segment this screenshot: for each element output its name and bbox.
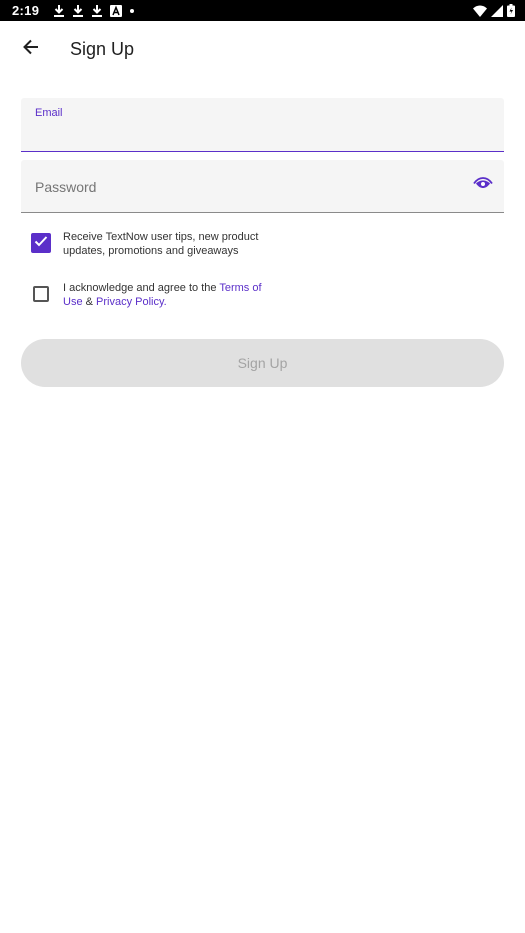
battery-icon bbox=[507, 4, 515, 17]
arrow-left-icon bbox=[23, 39, 39, 60]
email-field[interactable]: Email bbox=[21, 98, 504, 152]
terms-text-prefix: I acknowledge and agree to the bbox=[63, 282, 220, 294]
password-field[interactable] bbox=[21, 160, 504, 213]
cellular-icon bbox=[491, 4, 503, 17]
download-icon bbox=[53, 4, 65, 17]
back-button[interactable] bbox=[11, 29, 51, 69]
download-icon bbox=[72, 4, 84, 17]
terms-option: I acknowledge and agree to the Terms of … bbox=[31, 281, 283, 309]
download-icon bbox=[91, 4, 103, 17]
terms-text-suffix: . bbox=[163, 296, 167, 308]
terms-separator: & bbox=[82, 296, 97, 308]
email-input[interactable] bbox=[35, 124, 485, 146]
system-icons bbox=[473, 4, 515, 17]
tips-checkbox[interactable] bbox=[31, 233, 51, 253]
privacy-policy-link[interactable]: Privacy Policy bbox=[96, 296, 164, 308]
email-label: Email bbox=[35, 107, 63, 119]
notification-icons bbox=[53, 4, 135, 17]
sign-up-button[interactable]: Sign Up bbox=[21, 339, 504, 387]
font-a-icon bbox=[110, 4, 123, 17]
tips-label: Receive TextNow user tips, new product u… bbox=[63, 231, 259, 257]
status-bar: 2:19 bbox=[0, 0, 525, 21]
wifi-icon bbox=[473, 5, 487, 17]
password-visibility-toggle[interactable] bbox=[472, 176, 494, 196]
checkmark-icon bbox=[34, 234, 48, 252]
page-title: Sign Up bbox=[70, 38, 135, 59]
status-time: 2:19 bbox=[12, 3, 40, 18]
terms-label: I acknowledge and agree to the Terms of … bbox=[63, 281, 283, 309]
terms-checkbox[interactable] bbox=[33, 286, 49, 302]
app-bar: Sign Up bbox=[0, 21, 525, 77]
tips-option: Receive TextNow user tips, new product u… bbox=[31, 230, 283, 258]
dot-icon bbox=[129, 8, 135, 14]
eye-icon bbox=[473, 176, 493, 196]
password-input[interactable] bbox=[35, 175, 455, 199]
